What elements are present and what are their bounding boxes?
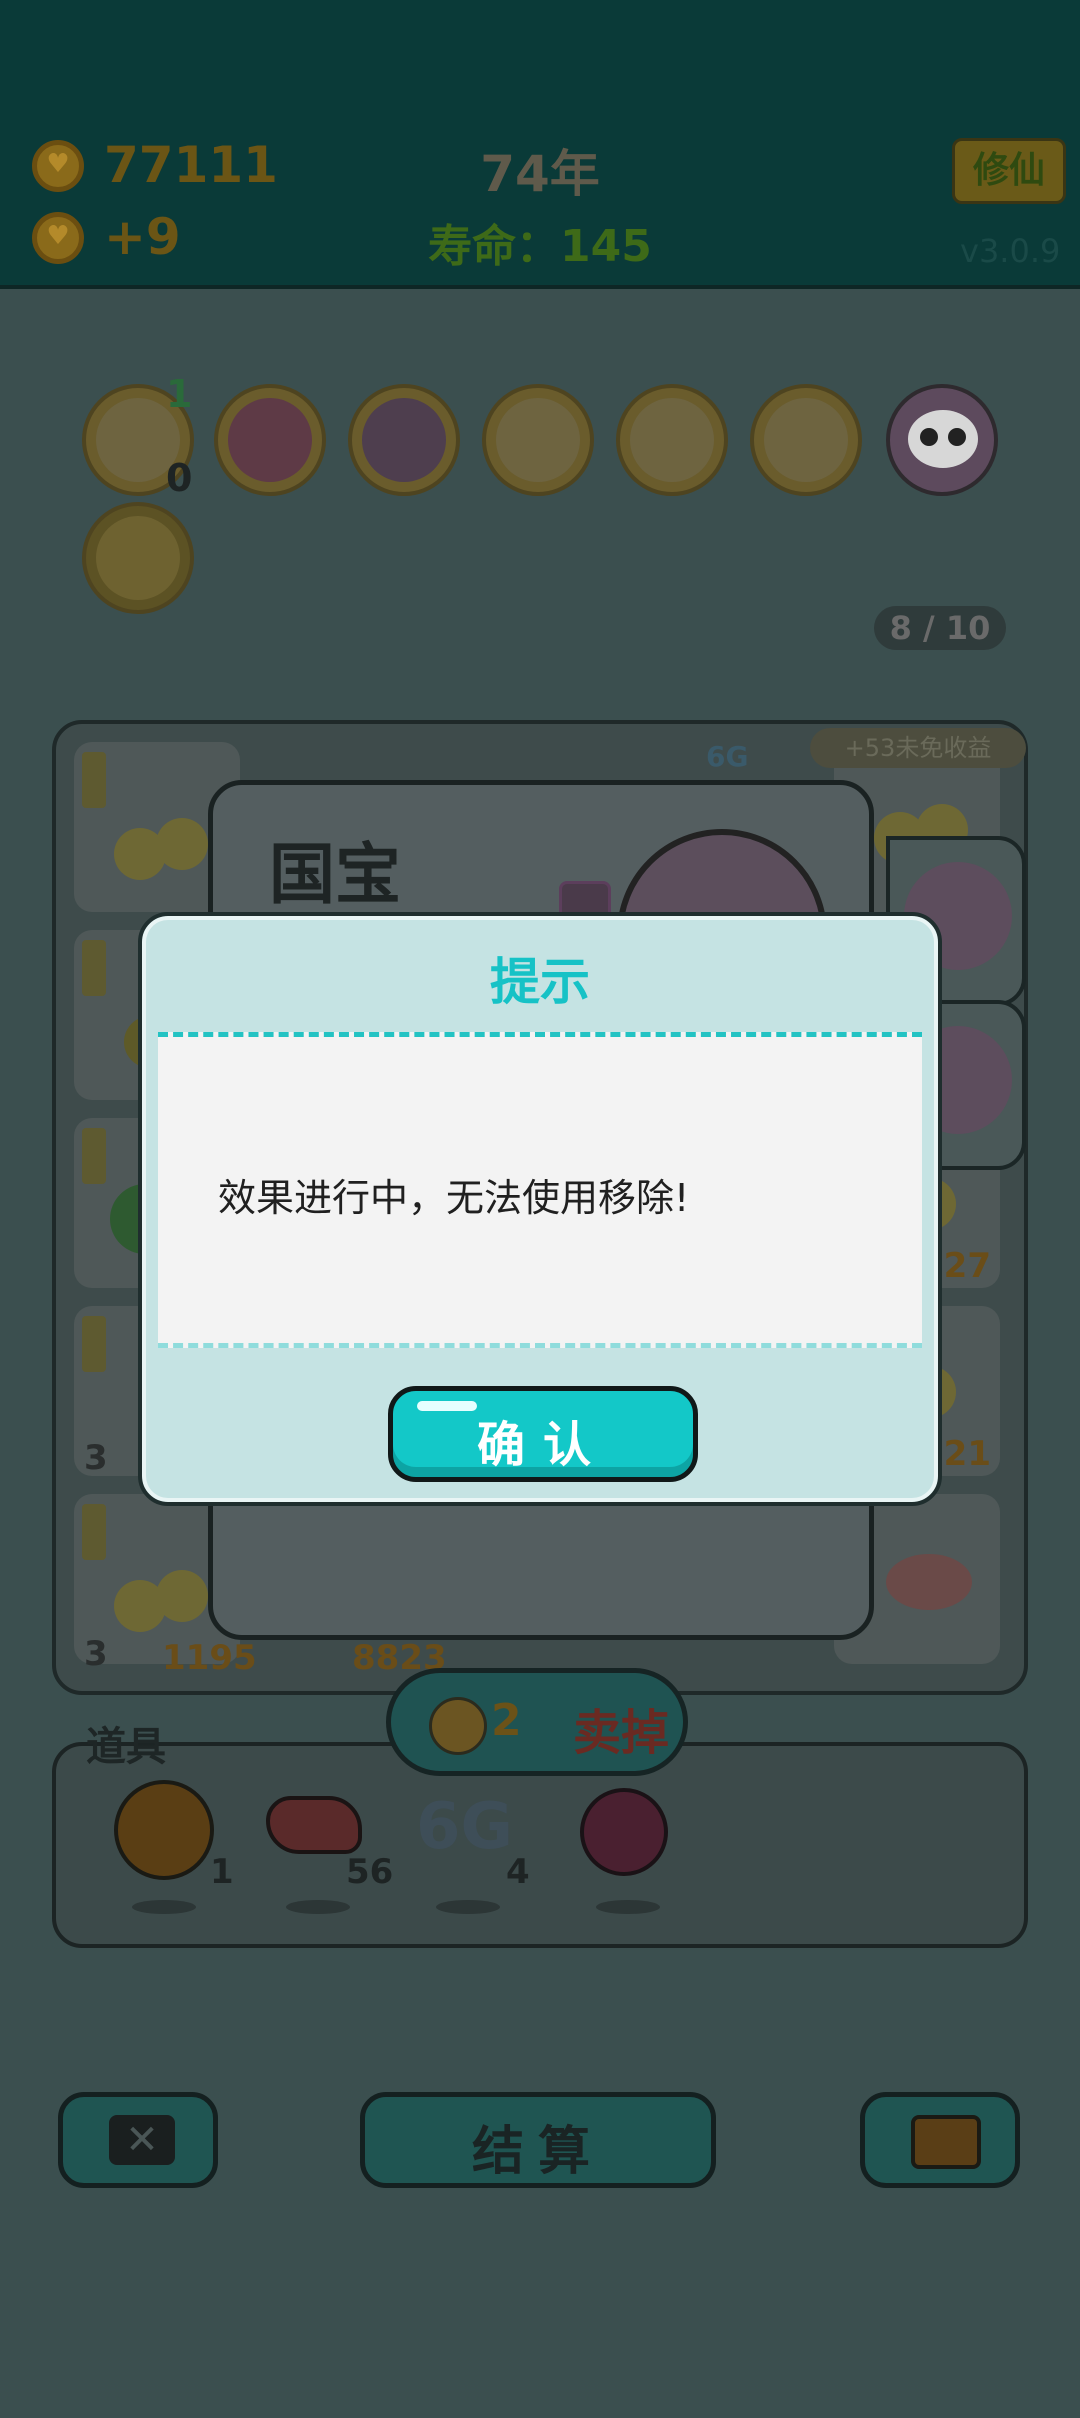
close-icon: ✕ — [109, 2115, 175, 2165]
6g-text: 6G — [416, 1790, 514, 1864]
confirm-button[interactable]: 确认 — [388, 1386, 698, 1482]
briefcase-icon — [911, 2115, 981, 2169]
tools-label: 道具 — [86, 1724, 166, 1770]
cell-value: 1195 — [162, 1638, 257, 1678]
relic-count: 8 / 10 — [874, 606, 1006, 650]
relic-badge-top: 1 — [166, 372, 193, 416]
bayberry-icon[interactable] — [576, 1780, 676, 1880]
dialog-body: 效果进行中，无法使用移除! — [158, 1032, 922, 1348]
coin-icon — [429, 1697, 487, 1755]
confirm-label: 确认 — [476, 1417, 609, 1473]
settle-label: 结算 — [471, 2122, 604, 2182]
6g-icon[interactable]: 6G — [416, 1782, 516, 1882]
panda-icon[interactable] — [886, 384, 998, 496]
settle-button[interactable]: 结算 — [360, 2092, 716, 2188]
year-label: 74年 — [480, 145, 600, 203]
fruit-plate-icon[interactable] — [750, 384, 862, 496]
fruit-plate-icon[interactable] — [482, 384, 594, 496]
tool-count: 1 — [210, 1852, 234, 1892]
alert-dialog: 提示 效果进行中，无法使用移除! 确认 — [138, 912, 942, 1506]
dialog-message: 效果进行中，无法使用移除! — [218, 1176, 690, 1220]
dialog-title: 提示 — [490, 953, 590, 1011]
sell-label: 卖掉 — [573, 1705, 670, 1761]
time-magazine-icon[interactable] — [214, 384, 326, 496]
sell-price: 2 — [491, 1695, 522, 1746]
xiuxian-button[interactable]: 修仙 — [952, 138, 1066, 204]
relic-badge-bottom: 0 — [166, 456, 193, 500]
lightning-icon[interactable] — [82, 502, 194, 614]
card-title: 国宝 — [269, 836, 401, 913]
version-label: v3.0.9 — [960, 232, 1061, 270]
remove-button[interactable]: ✕ — [58, 2092, 218, 2188]
rock-hand-icon[interactable] — [348, 384, 460, 496]
tag-6g: 6G — [706, 740, 749, 773]
income-hint: +53未免收益 — [810, 728, 1026, 768]
tool-count: 56 — [346, 1852, 394, 1892]
tool-count: 4 — [506, 1852, 530, 1892]
coin-icon[interactable] — [114, 1780, 214, 1880]
lifespan-label: 寿命：145 — [428, 221, 652, 272]
top-status-bar: 77111 +9 74年 寿命：145 修仙 v3.0.9 — [0, 0, 1080, 289]
sell-button[interactable]: 2 卖掉 — [386, 1668, 688, 1776]
bag-button[interactable] — [860, 2092, 1020, 2188]
fruit-plate-icon[interactable] — [616, 384, 728, 496]
